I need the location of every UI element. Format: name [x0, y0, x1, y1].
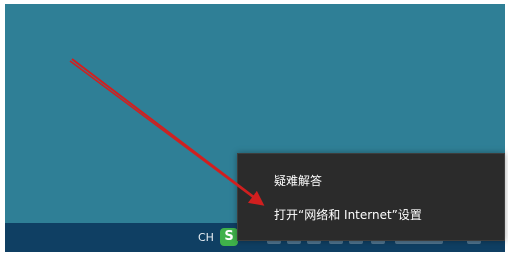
language-indicator[interactable]: CH — [198, 231, 214, 244]
sogou-ime-icon[interactable]: S — [220, 228, 238, 246]
menu-item-troubleshoot[interactable]: 疑难解答 — [274, 173, 322, 189]
network-context-menu: 疑难解答 打开“网络和 Internet”设置 — [237, 153, 505, 241]
menu-item-open-network-settings[interactable]: 打开“网络和 Internet”设置 — [274, 207, 422, 223]
